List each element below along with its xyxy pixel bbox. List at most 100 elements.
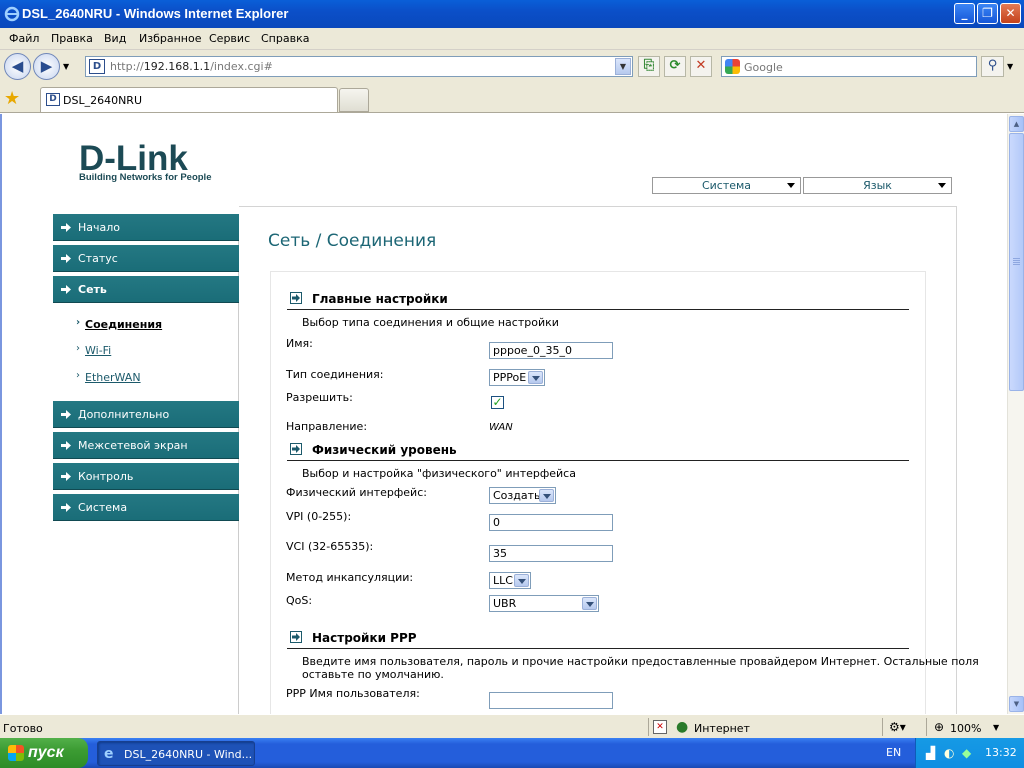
protected-mode-icon[interactable]: ⚙▾ [889, 720, 906, 734]
chevron-down-icon [787, 183, 795, 188]
ie-icon: e [104, 746, 114, 762]
sidebar-item-network[interactable]: Сеть [53, 276, 239, 303]
section-ppp-desc-2: оставьте по умолчанию. [302, 668, 444, 681]
safely-remove-icon[interactable]: ◆ [962, 746, 971, 760]
zoom-icon[interactable]: ⊕ [934, 720, 944, 734]
vertical-scrollbar[interactable]: ▲ ▼ [1007, 114, 1024, 714]
qos-label: QoS: [286, 594, 313, 607]
enable-label: Разрешить: [286, 391, 353, 404]
section-arrow-icon [290, 631, 302, 643]
taskbar: пуск e DSL_2640NRU - Wind... EN ▟ ◐ ◆ 13… [0, 738, 1024, 768]
menu-favorites[interactable]: Избранное [139, 32, 201, 45]
encap-label: Метод инкапсуляции: [286, 571, 414, 584]
scroll-up-icon[interactable]: ▲ [1009, 116, 1024, 132]
dlink-logo: D-Link Building Networks for People [79, 139, 212, 183]
chevron-down-icon [582, 597, 597, 610]
sidebar-subitem-connections[interactable]: › Соединения [76, 317, 162, 331]
direction-value: WAN [489, 422, 513, 433]
stop-icon[interactable]: ✕ [690, 56, 712, 77]
vpi-input[interactable]: 0 [489, 514, 613, 531]
section-phys-desc: Выбор и настройка "физического" интерфей… [302, 467, 576, 480]
status-bar: Готово ✕ ● Интернет ⚙▾ ⊕ 100% ▼ [0, 714, 1024, 738]
section-divider [287, 460, 909, 461]
maximize-button[interactable]: ❐ [977, 3, 998, 24]
menu-help[interactable]: Справка [261, 32, 309, 45]
network-icon[interactable]: ▟ [926, 746, 935, 760]
enable-checkbox[interactable]: ✓ [491, 396, 504, 409]
zone-text: Интернет [694, 722, 750, 735]
section-arrow-icon [290, 443, 302, 455]
sidebar: Начало Статус Сеть › Соединения › Wi-Fi › E… [53, 214, 239, 714]
window-titlebar: DSL_2640NRU - Windows Internet Explorer … [0, 0, 1024, 28]
new-tab-button[interactable] [339, 88, 369, 112]
tab-page-icon: D [46, 93, 60, 106]
vci-input[interactable]: 35 [489, 545, 613, 562]
scroll-down-icon[interactable]: ▼ [1009, 696, 1024, 712]
sidebar-item-home[interactable]: Начало [53, 214, 239, 241]
chevron-down-icon [528, 371, 543, 384]
section-ppp-desc-1: Введите имя пользователя, пароль и прочи… [302, 655, 979, 668]
menu-bar: Файл Правка Вид Избранное Сервис Справка [0, 28, 1024, 50]
zoom-dropdown-icon[interactable]: ▼ [993, 723, 999, 732]
status-text: Готово [3, 722, 43, 735]
menu-edit[interactable]: Правка [51, 32, 93, 45]
ppp-user-input[interactable] [489, 692, 613, 709]
menu-view[interactable]: Вид [104, 32, 126, 45]
google-icon [725, 59, 740, 74]
start-button[interactable]: пуск [0, 738, 88, 768]
sidebar-item-firewall[interactable]: Межсетевой экран [53, 432, 239, 459]
volume-icon[interactable]: ◐ [944, 746, 954, 760]
system-select[interactable]: Система [652, 177, 801, 194]
language-select[interactable]: Язык [803, 177, 952, 194]
minimize-button[interactable]: _ [954, 3, 975, 24]
sidebar-item-advanced[interactable]: Дополнительно [53, 401, 239, 428]
address-url: http://192.168.1.1/index.cgi# [110, 60, 273, 73]
taskbar-item-ie[interactable]: e DSL_2640NRU - Wind... [97, 741, 255, 766]
direction-label: Направление: [286, 420, 368, 433]
sidebar-subitem-etherwan[interactable]: › EtherWAN [76, 370, 141, 384]
section-divider [287, 648, 909, 649]
scroll-thumb[interactable] [1009, 133, 1024, 391]
search-options-icon[interactable]: ▼ [1007, 62, 1013, 71]
favorites-star-icon[interactable]: ★ [4, 88, 20, 109]
menu-tools[interactable]: Сервис [209, 32, 250, 45]
tab-dsl[interactable]: D DSL_2640NRU [40, 87, 338, 112]
sidebar-item-system[interactable]: Система [53, 494, 239, 521]
chevron-down-icon [938, 183, 946, 188]
page-title: Сеть / Соединения [268, 231, 437, 251]
encap-select[interactable]: LLC [489, 572, 531, 589]
sidebar-item-status[interactable]: Статус [53, 245, 239, 272]
conn-type-select[interactable]: PPPoE [489, 369, 545, 386]
search-icon[interactable]: ⚲ [981, 56, 1004, 77]
back-button[interactable]: ◀ [4, 53, 31, 80]
arrow-icon [61, 410, 71, 419]
zoom-level[interactable]: 100% [950, 722, 981, 735]
address-dropdown-icon[interactable]: ▼ [615, 58, 631, 75]
refresh-icon[interactable]: ⟳ [664, 56, 686, 77]
compat-view-icon[interactable]: ⎘ [638, 56, 660, 77]
address-toolbar: ◀ ▶ ▼ D http://192.168.1.1/index.cgi# ▼ … [0, 50, 1024, 85]
arrow-icon [61, 441, 71, 450]
arrow-icon [61, 472, 71, 481]
arrow-icon [61, 223, 71, 232]
ppp-user-label: PPP Имя пользователя: [286, 687, 420, 700]
page-content: D-Link Building Networks for People Сист… [0, 114, 1007, 714]
menu-file[interactable]: Файл [9, 32, 39, 45]
forward-button[interactable]: ▶ [33, 53, 60, 80]
address-field[interactable]: D http://192.168.1.1/index.cgi# ▼ [85, 56, 633, 77]
language-indicator[interactable]: EN [886, 746, 901, 759]
history-dropdown-icon[interactable]: ▼ [63, 62, 69, 71]
phys-iface-select[interactable]: Создать [489, 487, 556, 504]
qos-select[interactable]: UBR [489, 595, 599, 612]
search-field[interactable]: Google [721, 56, 977, 77]
blocked-icon: ✕ [653, 720, 667, 734]
arrow-icon [61, 254, 71, 263]
ie-icon [4, 6, 20, 22]
sidebar-item-control[interactable]: Контроль [53, 463, 239, 490]
tabs-row: ★ D DSL_2640NRU [0, 85, 1024, 113]
name-input[interactable]: pppoe_0_35_0 [489, 342, 613, 359]
close-button[interactable]: ✕ [1000, 3, 1021, 24]
window-title: DSL_2640NRU - Windows Internet Explorer [22, 6, 289, 21]
sidebar-subitem-wifi[interactable]: › Wi-Fi [76, 343, 111, 357]
section-divider [287, 309, 909, 310]
